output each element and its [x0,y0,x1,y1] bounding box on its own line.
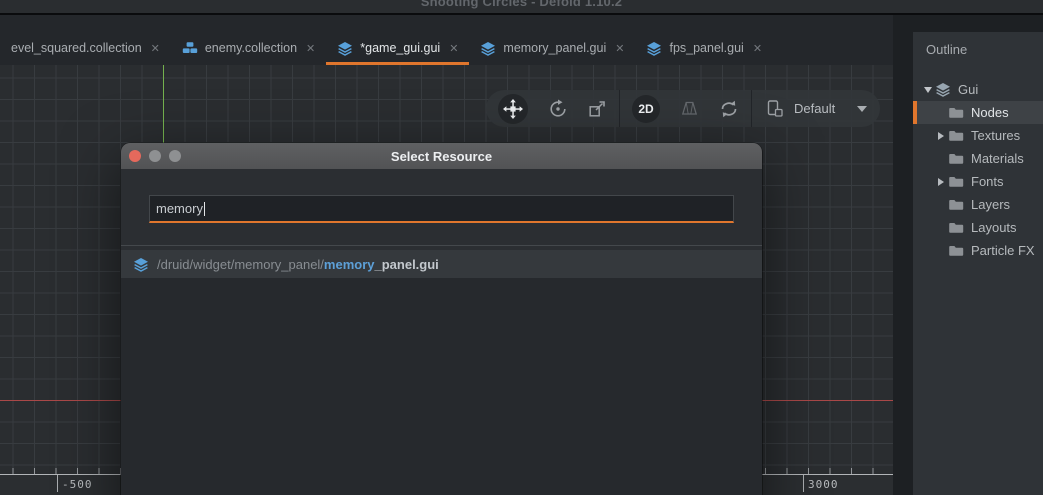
tree-label: Layers [971,197,1010,212]
tree-label: Gui [958,82,978,97]
select-resource-dialog: Select Resource memory /druid/widget/mem… [121,143,762,495]
tab-close-icon[interactable]: ✕ [615,42,624,55]
chevron-down-icon[interactable] [857,106,867,112]
tab-close-icon[interactable]: ✕ [753,42,762,55]
tree-row-nodes[interactable]: Nodes [913,101,1043,124]
tree-label: Nodes [971,105,1009,120]
tree-row-particle-fx[interactable]: Particle FX [913,239,1043,262]
tree-row-fonts[interactable]: Fonts [913,170,1043,193]
tab-evel-squared-collection[interactable]: evel_squared.collection ✕ [0,34,171,65]
folder-icon [948,221,965,234]
dialog-title: Select Resource [121,149,762,164]
layout-selector-value[interactable]: Default [794,101,835,116]
chevron-right-icon[interactable] [934,178,948,186]
reload-button[interactable] [719,100,739,118]
chevron-right-icon[interactable] [934,132,948,140]
tab-label: *game_gui.gui [360,41,440,55]
tab-label: fps_panel.gui [669,41,743,55]
tab-bar: evel_squared.collection✕enemy.collection… [0,15,893,65]
tree-row-layers[interactable]: Layers [913,193,1043,216]
ruler-label: -500 [62,478,93,491]
result-match-text: memory [324,257,375,272]
tab-label: memory_panel.gui [503,41,606,55]
tree-row-gui[interactable]: Gui [913,78,1043,101]
tree-row-layouts[interactable]: Layouts [913,216,1043,239]
2d-mode-button[interactable]: 2D [632,95,660,123]
rotate-tool-button[interactable] [548,99,568,119]
outline-tree: Gui Nodes Textures Materials Fonts Layers Layo… [913,78,1043,262]
tab-label: evel_squared.collection [11,41,142,55]
resource-result-row[interactable]: /druid/widget/memory_panel/memory_panel.… [121,250,762,278]
tree-row-textures[interactable]: Textures [913,124,1043,147]
frustum-culling-button[interactable] [680,100,699,117]
right-pane: Outline Gui Nodes Textures Materials Fonts La… [893,15,1043,495]
outline-header: Outline [913,32,1043,58]
outline-panel: Outline Gui Nodes Textures Materials Fonts La… [913,32,1043,495]
folder-icon [948,106,965,119]
folder-icon [948,244,965,257]
defold-window: Shooting Circles - Defold 1.10.2 evel_sq… [0,0,1043,495]
ruler-label: 3000 [808,478,839,491]
layout-device-icon [764,100,784,117]
result-path-prefix: /druid/widget/memory_panel/ [157,257,324,272]
chevron-down-icon[interactable] [921,87,935,93]
tree-label: Textures [971,128,1020,143]
folder-icon [948,152,965,165]
scene-toolbar: 2D Default [486,90,880,127]
resource-search-input[interactable]: memory [149,195,734,223]
tree-label: Layouts [971,220,1017,235]
tab-fps-panel-gui[interactable]: fps_panel.gui ✕ [635,34,773,65]
search-input-value: memory [156,201,203,216]
folder-icon [948,198,965,211]
toolbar-divider [751,90,752,127]
toolbar-divider [619,90,620,127]
ruler-tick [57,475,58,492]
search-section: memory [121,169,762,246]
tab-memory-panel-gui[interactable]: memory_panel.gui ✕ [469,34,635,65]
window-titlebar: Shooting Circles - Defold 1.10.2 [0,0,1043,13]
tab-game-gui-gui[interactable]: *game_gui.gui ✕ [326,34,469,65]
tree-label: Particle FX [971,243,1035,258]
gui-icon [337,41,353,56]
tab-close-icon[interactable]: ✕ [306,42,315,55]
ruler-tick [803,475,804,492]
tab-label: enemy.collection [205,41,297,55]
move-tool-button[interactable] [498,94,528,124]
tab-close-icon[interactable]: ✕ [449,42,458,55]
gui-icon [133,257,149,272]
gui-icon [646,41,662,56]
folder-icon [948,175,965,188]
folder-icon [948,129,965,142]
results-list: /druid/widget/memory_panel/memory_panel.… [121,250,762,495]
gui-icon [480,41,496,56]
scale-tool-button[interactable] [588,99,607,118]
tree-row-materials[interactable]: Materials [913,147,1043,170]
collection-icon [182,41,198,55]
text-caret [204,202,205,216]
gui-icon [935,82,952,97]
dialog-titlebar[interactable]: Select Resource [121,143,762,169]
window-title: Shooting Circles - Defold 1.10.2 [0,0,1043,9]
tab-enemy-collection[interactable]: enemy.collection ✕ [171,34,326,65]
dialog-body: memory /druid/widget/memory_panel/memory… [121,169,762,495]
tree-label: Materials [971,151,1024,166]
result-suffix-text: _panel.gui [375,257,439,272]
tree-label: Fonts [971,174,1004,189]
tab-close-icon[interactable]: ✕ [151,42,160,55]
